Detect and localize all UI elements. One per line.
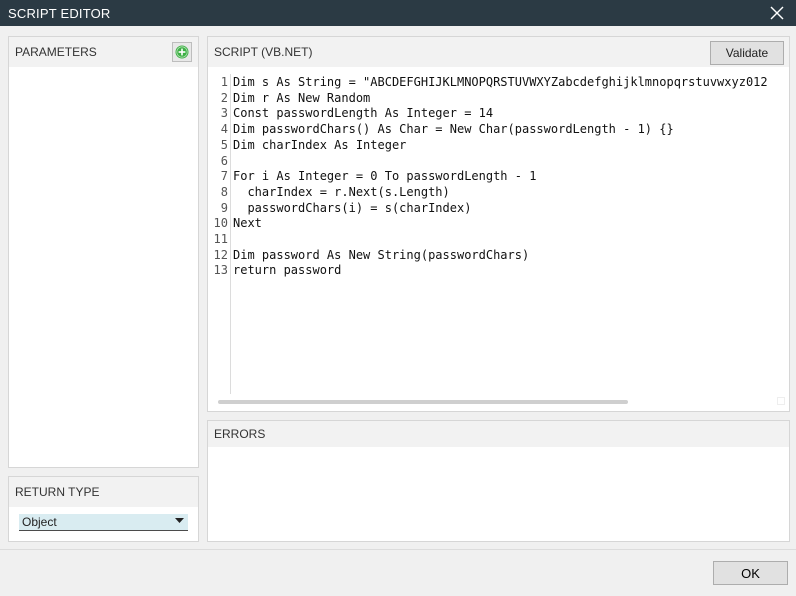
script-title: SCRIPT (VB.NET): [214, 45, 313, 59]
code-line: passwordChars(i) = s(charIndex): [233, 200, 472, 215]
parameters-header: PARAMETERS: [9, 37, 198, 67]
code-line: Dim r As New Random: [233, 90, 371, 105]
return-type-panel: RETURN TYPE Object: [8, 476, 199, 542]
parameters-panel: PARAMETERS: [8, 36, 199, 468]
line-number: 1: [220, 75, 228, 89]
close-button[interactable]: [768, 4, 786, 22]
dropdown-arrow-icon: [175, 518, 184, 523]
line-number: 6: [220, 153, 228, 168]
code-editor[interactable]: 1 Dim s As String = "ABCDEFGHIJKLMNOPQRST…: [211, 74, 786, 394]
line-number: 12: [213, 247, 228, 262]
window-title: SCRIPT EDITOR: [8, 5, 111, 21]
errors-panel: ERRORS: [207, 420, 790, 542]
code-line: Dim s As String = "ABCDEFGHIJKLMNOPQRSTU…: [233, 75, 768, 89]
errors-header: ERRORS: [208, 421, 789, 447]
resize-corner: [777, 397, 785, 405]
errors-title: ERRORS: [214, 427, 266, 441]
line-number: 9: [220, 200, 228, 215]
footer-divider: [0, 549, 796, 550]
line-number: 3: [220, 106, 228, 121]
line-number: 8: [220, 184, 228, 199]
code-line: For i As Integer = 0 To passwordLength -…: [233, 169, 537, 184]
ok-button[interactable]: OK: [713, 561, 788, 585]
line-number: 7: [220, 169, 228, 184]
line-number: 10: [213, 216, 228, 231]
return-type-select[interactable]: Object: [19, 514, 188, 531]
line-number: 11: [213, 232, 228, 246]
validate-button[interactable]: Validate: [710, 41, 784, 65]
close-icon: [770, 6, 784, 20]
parameters-title: PARAMETERS: [15, 45, 97, 59]
return-type-header: RETURN TYPE: [9, 477, 198, 507]
code-line: Next: [233, 216, 262, 231]
code-line: Dim charIndex As Integer: [233, 137, 407, 152]
line-number: 2: [220, 90, 228, 105]
line-number: 4: [220, 122, 228, 137]
script-panel: SCRIPT (VB.NET) Validate 1 Dim s As Strin…: [207, 36, 790, 412]
code-line: Const passwordLength As Integer = 14: [233, 106, 494, 121]
return-type-title: RETURN TYPE: [15, 485, 100, 499]
title-bar: SCRIPT EDITOR: [0, 0, 796, 26]
script-header: SCRIPT (VB.NET): [208, 37, 789, 67]
code-line: Dim password As New String(passwordChars…: [233, 247, 530, 262]
code-line: Dim passwordChars() As Char = New Char(p…: [233, 122, 674, 137]
code-line: return password: [233, 263, 342, 278]
plus-circle-icon: [175, 45, 189, 59]
line-number: 13: [213, 263, 228, 278]
horizontal-scrollbar[interactable]: [218, 400, 628, 404]
code-line: charIndex = r.Next(s.Length): [233, 184, 450, 199]
add-parameter-button[interactable]: [172, 42, 192, 62]
return-type-value: Object: [22, 515, 57, 529]
line-number: 5: [220, 137, 228, 152]
